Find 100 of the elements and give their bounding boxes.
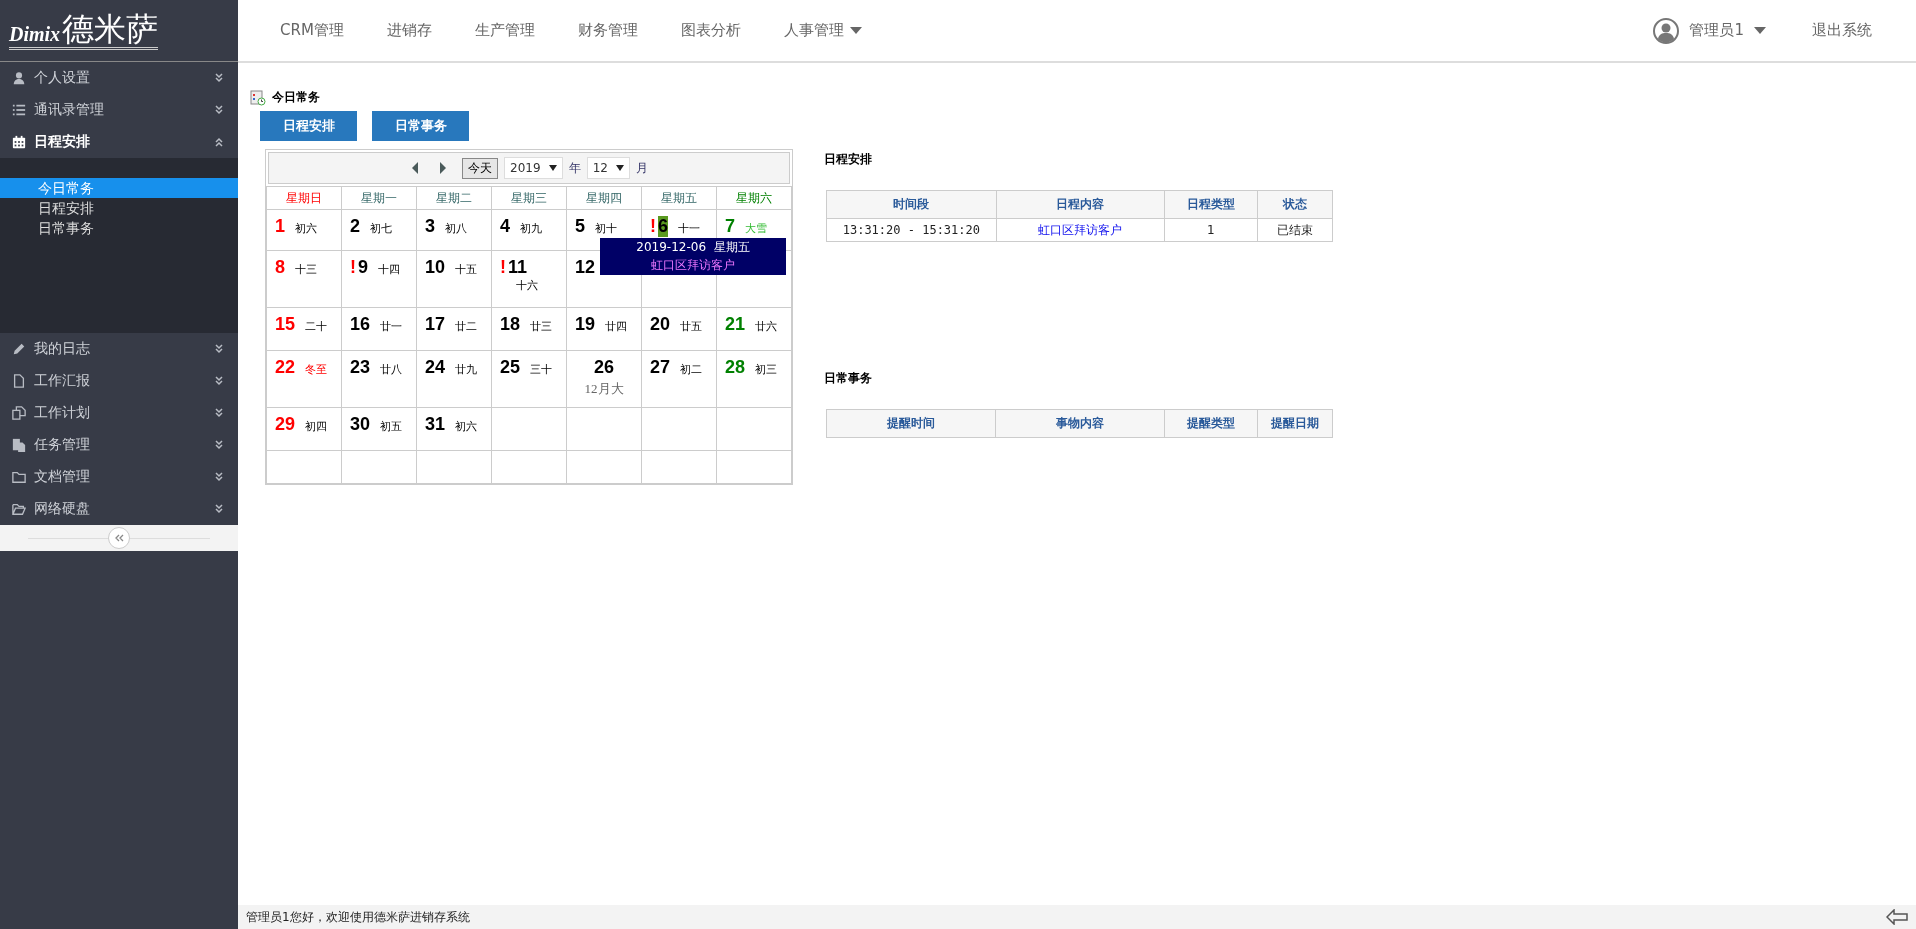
day-number[interactable]: 9	[358, 257, 368, 278]
sidebar-item[interactable]: 我的日志	[0, 333, 238, 365]
lunar-date: 廿八	[380, 362, 403, 377]
pencil-icon	[12, 342, 26, 356]
back-arrow-icon[interactable]	[1886, 909, 1908, 925]
day-number[interactable]: 8	[275, 257, 285, 278]
lunar-date: 三十	[530, 362, 553, 377]
day-number[interactable]: 21	[725, 314, 746, 335]
lunar-date: 廿一	[380, 319, 403, 334]
weekday-header: 星期四	[586, 190, 622, 205]
sidebar-item[interactable]: 工作汇报	[0, 365, 238, 397]
column-header: 提醒日期	[1257, 409, 1333, 438]
previous-icon[interactable]	[410, 161, 421, 175]
chevron-down-icon	[214, 105, 224, 115]
day-number[interactable]: 4	[500, 216, 510, 237]
copy-icon	[12, 406, 26, 420]
nav-link[interactable]: 图表分析	[680, 21, 741, 40]
column-header: 时间段	[826, 190, 997, 219]
sidebar-item[interactable]: 日程安排	[0, 126, 238, 158]
folder-icon	[12, 502, 26, 516]
day-number[interactable]: 29	[275, 414, 296, 435]
sidebar-item[interactable]: 文档管理	[0, 461, 238, 493]
day-number[interactable]: 12	[575, 257, 596, 278]
chevron-down-icon	[214, 472, 224, 482]
page-title: 今日常务	[272, 89, 320, 106]
tab-button[interactable]: 日程安排	[260, 111, 357, 141]
nav-link[interactable]: CRM管理	[280, 21, 344, 40]
sidebar-item[interactable]: 通讯录管理	[0, 94, 238, 126]
day-number[interactable]: 31	[425, 414, 446, 435]
day-number[interactable]: 28	[725, 357, 746, 378]
day-number[interactable]: 22	[275, 357, 296, 378]
lunar-date: 十四	[378, 262, 400, 277]
day-number[interactable]: 26	[594, 357, 614, 378]
lunar-date: 廿二	[455, 319, 478, 334]
day-number[interactable]: 1	[275, 216, 285, 237]
month-select[interactable]: 12	[586, 157, 630, 179]
lunar-date: 廿三	[530, 319, 553, 334]
day-number[interactable]: 5	[575, 216, 585, 237]
chevron-down-icon	[214, 408, 224, 418]
day-number[interactable]: 25	[500, 357, 521, 378]
day-number[interactable]: 15	[275, 314, 296, 335]
day-number[interactable]: 27	[650, 357, 671, 378]
day-number[interactable]: 18	[500, 314, 521, 335]
lunar-date: 廿四	[605, 319, 628, 334]
column-header: 日程内容	[996, 190, 1165, 219]
day-number[interactable]: 16	[350, 314, 371, 335]
nav-link[interactable]: 生产管理	[474, 21, 535, 40]
table-cell: 已结束	[1257, 218, 1333, 242]
lunar-date: 初五	[380, 419, 403, 434]
day-number[interactable]: 2	[350, 216, 360, 237]
today-button[interactable]: 今天	[462, 157, 499, 179]
lunar-date: 十六	[515, 278, 538, 293]
logout-link[interactable]: 退出系统	[1812, 21, 1872, 40]
section-title: 日程安排	[824, 151, 873, 168]
lunar-date: 十三	[295, 262, 317, 277]
day-number[interactable]: 24	[425, 357, 446, 378]
year-select[interactable]: 2019	[504, 157, 563, 179]
chevron-down-icon	[214, 344, 224, 354]
sidebar-item[interactable]: 网络硬盘	[0, 493, 238, 525]
day-number[interactable]: 23	[350, 357, 371, 378]
day-number[interactable]: 20	[650, 314, 671, 335]
tooltip-event: 虹口区拜访客户	[650, 257, 736, 274]
caret-icon	[1754, 27, 1766, 34]
next-icon[interactable]	[438, 161, 449, 175]
lunar-date: 初三	[755, 362, 778, 377]
day-number[interactable]: 7	[725, 216, 735, 237]
day-number[interactable]: 17	[425, 314, 446, 335]
submenu-item[interactable]: 日程安排	[0, 198, 238, 218]
day-number[interactable]: 19	[575, 314, 596, 335]
sidebar-item[interactable]: 工作计划	[0, 397, 238, 429]
collapse-button[interactable]	[108, 527, 130, 549]
sidebar-item[interactable]: 个人设置	[0, 62, 238, 94]
weekday-header: 星期二	[436, 190, 472, 205]
day-number[interactable]: 3	[425, 216, 435, 237]
event-mark: !	[350, 257, 356, 278]
day-number[interactable]: 10	[425, 257, 446, 278]
lunar-date: 初九	[520, 221, 542, 236]
double-chevron-left-icon	[114, 533, 124, 543]
lunar-date: 廿六	[755, 319, 778, 334]
status-text: 管理员1您好，欢迎使用德米萨进销存系统	[246, 908, 470, 926]
lunar-date: 初四	[305, 419, 328, 434]
nav-link[interactable]: 人事管理	[783, 21, 862, 40]
user-menu[interactable]: 管理员1	[1653, 17, 1766, 44]
logo: Dimix德米萨	[9, 11, 159, 50]
sidebar-item[interactable]: 任务管理	[0, 429, 238, 461]
submenu-item[interactable]: 日常事务	[0, 218, 238, 238]
day-number[interactable]: 6	[658, 216, 668, 237]
tab-button[interactable]: 日常事务	[372, 111, 469, 141]
lunar-date: 廿五	[680, 319, 703, 334]
section-title: 日常事务	[824, 370, 873, 387]
lunar-date: 廿九	[455, 362, 478, 377]
nav-link[interactable]: 进销存	[386, 21, 432, 40]
lunar-date: 十五	[455, 262, 478, 277]
chevron-up-icon	[214, 137, 224, 147]
files-icon	[12, 438, 26, 452]
chevron-down-icon	[214, 376, 224, 386]
day-number[interactable]: 11	[508, 257, 528, 278]
lunar-date: 初六	[455, 419, 478, 434]
nav-link[interactable]: 财务管理	[577, 21, 638, 40]
day-number[interactable]: 30	[350, 414, 371, 435]
